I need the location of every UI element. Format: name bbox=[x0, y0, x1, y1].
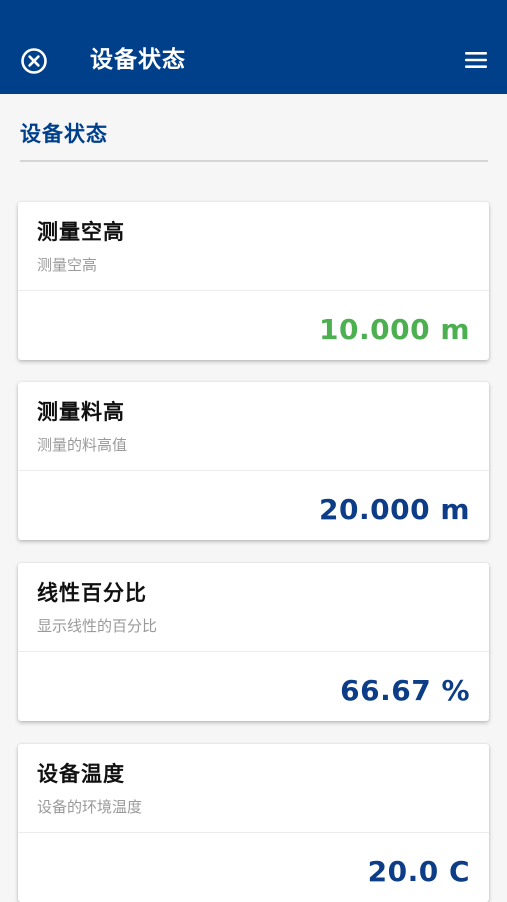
card-divider bbox=[18, 832, 489, 833]
section-divider bbox=[20, 160, 488, 162]
app-bar-title: 设备状态 bbox=[90, 47, 186, 73]
card-divider bbox=[18, 470, 489, 471]
card-divider bbox=[18, 290, 489, 291]
card-subtitle: 测量的料高值 bbox=[37, 436, 128, 454]
section-title: 设备状态 bbox=[20, 122, 108, 146]
card-title: 线性百分比 bbox=[37, 581, 147, 605]
card-subtitle: 测量空高 bbox=[37, 256, 98, 274]
status-card-linear-percent[interactable]: 线性百分比 显示线性的百分比 66.67 % bbox=[18, 563, 489, 721]
status-card-material-height[interactable]: 测量料高 测量的料高值 20.000 m bbox=[18, 382, 489, 540]
card-title: 测量空高 bbox=[37, 220, 125, 244]
status-card-device-temperature[interactable]: 设备温度 设备的环境温度 20.0 C bbox=[18, 744, 489, 902]
card-title: 测量料高 bbox=[37, 400, 125, 424]
card-subtitle: 显示线性的百分比 bbox=[37, 617, 158, 635]
card-value: 20.000 m bbox=[319, 493, 470, 526]
status-card-empty-height[interactable]: 测量空高 测量空高 10.000 m bbox=[18, 202, 489, 360]
card-divider bbox=[18, 651, 489, 652]
hamburger-menu-icon[interactable] bbox=[465, 51, 487, 69]
card-value: 66.67 % bbox=[340, 674, 470, 707]
card-title: 设备温度 bbox=[37, 762, 125, 786]
close-icon[interactable] bbox=[20, 47, 48, 75]
card-value: 20.0 C bbox=[367, 855, 470, 888]
card-subtitle: 设备的环境温度 bbox=[37, 798, 143, 816]
card-value: 10.000 m bbox=[319, 313, 470, 346]
app-bar: 设备状态 bbox=[0, 0, 507, 94]
